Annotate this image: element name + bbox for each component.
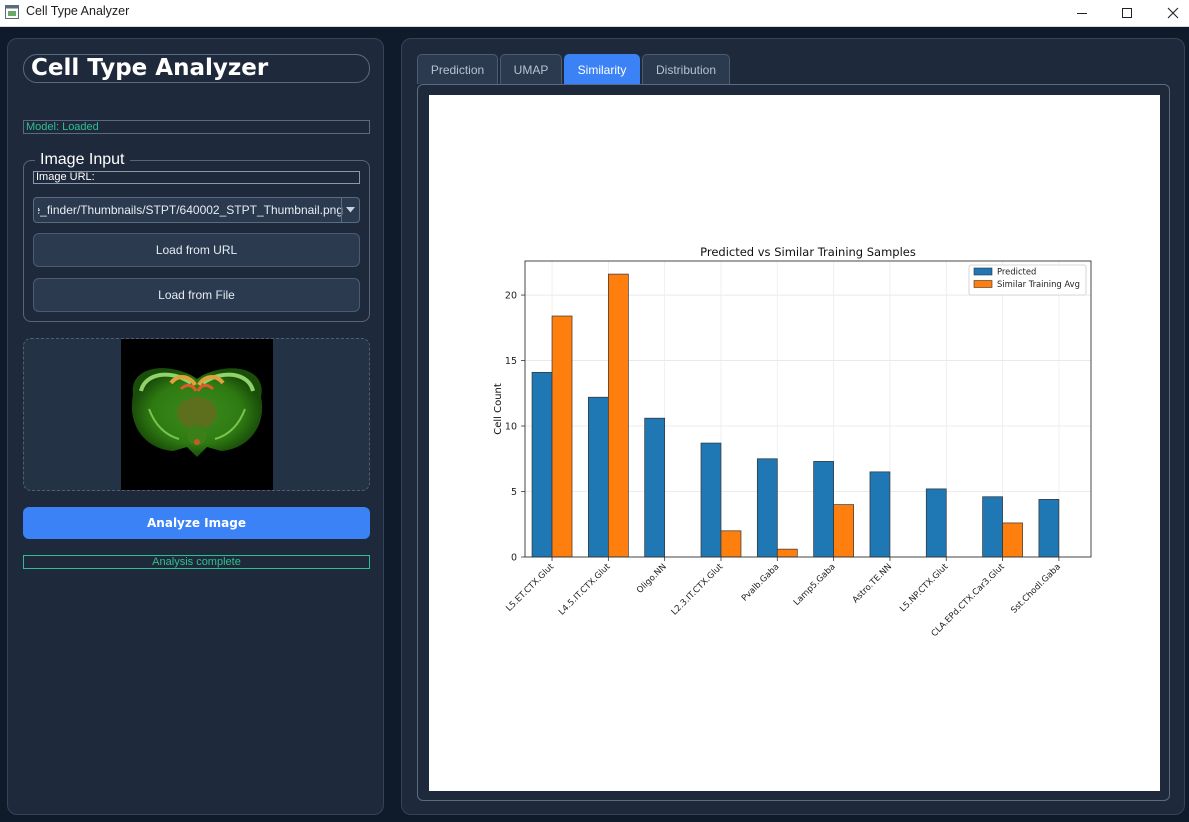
y-tick-label: 10 xyxy=(505,422,517,433)
bar-predicted-2 xyxy=(644,417,666,558)
legend-label-0: Predicted xyxy=(997,267,1036,277)
close-button[interactable] xyxy=(1150,0,1189,26)
tab-distribution[interactable]: Distribution xyxy=(642,54,730,84)
x-tick-label: Lamp5.Gaba xyxy=(792,562,838,608)
y-tick-label: 0 xyxy=(511,553,517,564)
tab-similarity[interactable]: Similarity xyxy=(564,54,640,84)
legend-label-1: Similar Training Avg xyxy=(997,279,1080,289)
chart-title: Predicted vs Similar Training Samples xyxy=(700,245,916,259)
window-titlebar: Cell Type Analyzer xyxy=(0,0,1189,27)
similarity-tab-pane: 0 5 10 15 20 L5.ET.CTX.Glut L4.5.IT.CTX.Glut Ol… xyxy=(417,84,1170,801)
bar-predicted-6 xyxy=(869,471,891,558)
app-icon xyxy=(5,5,19,19)
image-input-title: Image Input xyxy=(35,150,130,170)
y-tick-label: 15 xyxy=(505,356,517,367)
results-panel: Prediction UMAP Similarity Distribution … xyxy=(401,38,1185,815)
bar-predicted-4 xyxy=(756,458,778,558)
y-tick-label: 20 xyxy=(505,291,517,302)
load-from-file-button[interactable]: Load from File xyxy=(33,278,360,312)
similarity-chart: 0 5 10 15 20 L5.ET.CTX.Glut L4.5.IT.CTX.Glut Ol… xyxy=(493,245,1092,639)
load-from-url-button[interactable]: Load from URL xyxy=(33,233,360,267)
bar-similar-1 xyxy=(608,273,629,558)
bar-predicted-7 xyxy=(925,488,947,558)
minimize-icon xyxy=(1077,13,1087,14)
y-tick-label: 5 xyxy=(511,487,517,498)
image-url-combobox[interactable]: pio_file_finder/Thumbnails/STPT/640002_S… xyxy=(33,197,360,223)
dropdown-button[interactable] xyxy=(341,198,359,222)
bar-similar-4 xyxy=(776,548,798,558)
bar-predicted-5 xyxy=(813,461,834,558)
image-url-value[interactable]: pio_file_finder/Thumbnails/STPT/640002_S… xyxy=(38,198,343,222)
legend-swatch-0 xyxy=(973,267,993,276)
bar-similar-8 xyxy=(1002,522,1023,558)
bar-predicted-3 xyxy=(700,442,722,558)
chart-canvas: 0 5 10 15 20 L5.ET.CTX.Glut L4.5.IT.CTX.Glut Ol… xyxy=(429,95,1160,791)
maximize-icon xyxy=(1122,8,1132,18)
legend-swatch-1 xyxy=(973,280,993,288)
chevron-down-icon xyxy=(346,207,355,213)
x-tick-label: Sst.Chodl.Gaba xyxy=(1009,562,1063,616)
control-panel: Cell Type Analyzer Model: Loaded Image I… xyxy=(7,38,384,815)
minimize-button[interactable] xyxy=(1059,0,1105,26)
x-tick-label: Astro.TE.NN xyxy=(851,562,894,605)
y-axis-label: Cell Count xyxy=(493,383,504,435)
tab-umap[interactable]: UMAP xyxy=(500,54,562,84)
analysis-status-label: Analysis complete xyxy=(23,555,370,569)
tab-prediction[interactable]: Prediction xyxy=(417,54,498,84)
bar-predicted-8 xyxy=(982,496,1003,558)
bar-similar-3 xyxy=(720,530,742,558)
bar-similar-5 xyxy=(833,504,854,558)
x-tick-label: Pvalb.Gaba xyxy=(740,562,782,604)
x-tick-label: L5.NP.CTX.Glut xyxy=(898,562,951,615)
bar-predicted-9 xyxy=(1038,499,1060,558)
close-icon xyxy=(1167,7,1179,19)
image-input-group: Image Input Image URL: pio_file_finder/T… xyxy=(23,150,370,322)
image-preview xyxy=(23,338,370,491)
bar-predicted-0 xyxy=(531,371,553,558)
x-tick-label: Oligo.NN xyxy=(635,562,669,596)
x-tick-label: L4.5.IT.CTX.Glut xyxy=(557,562,613,618)
app-title: Cell Type Analyzer xyxy=(23,54,370,83)
x-tick-label: L2.3.IT.CTX.Glut xyxy=(670,562,726,618)
x-tick-label: L5.ET.CTX.Glut xyxy=(504,562,556,614)
image-url-label: Image URL: xyxy=(33,171,360,184)
maximize-button[interactable] xyxy=(1104,0,1150,26)
window-title: Cell Type Analyzer xyxy=(26,4,130,18)
bar-similar-0 xyxy=(551,315,573,558)
bar-predicted-1 xyxy=(588,396,609,558)
analyze-image-button[interactable]: Analyze Image xyxy=(23,507,370,539)
brain-section-thumbnail xyxy=(121,339,273,490)
model-status-label: Model: Loaded xyxy=(23,120,370,134)
